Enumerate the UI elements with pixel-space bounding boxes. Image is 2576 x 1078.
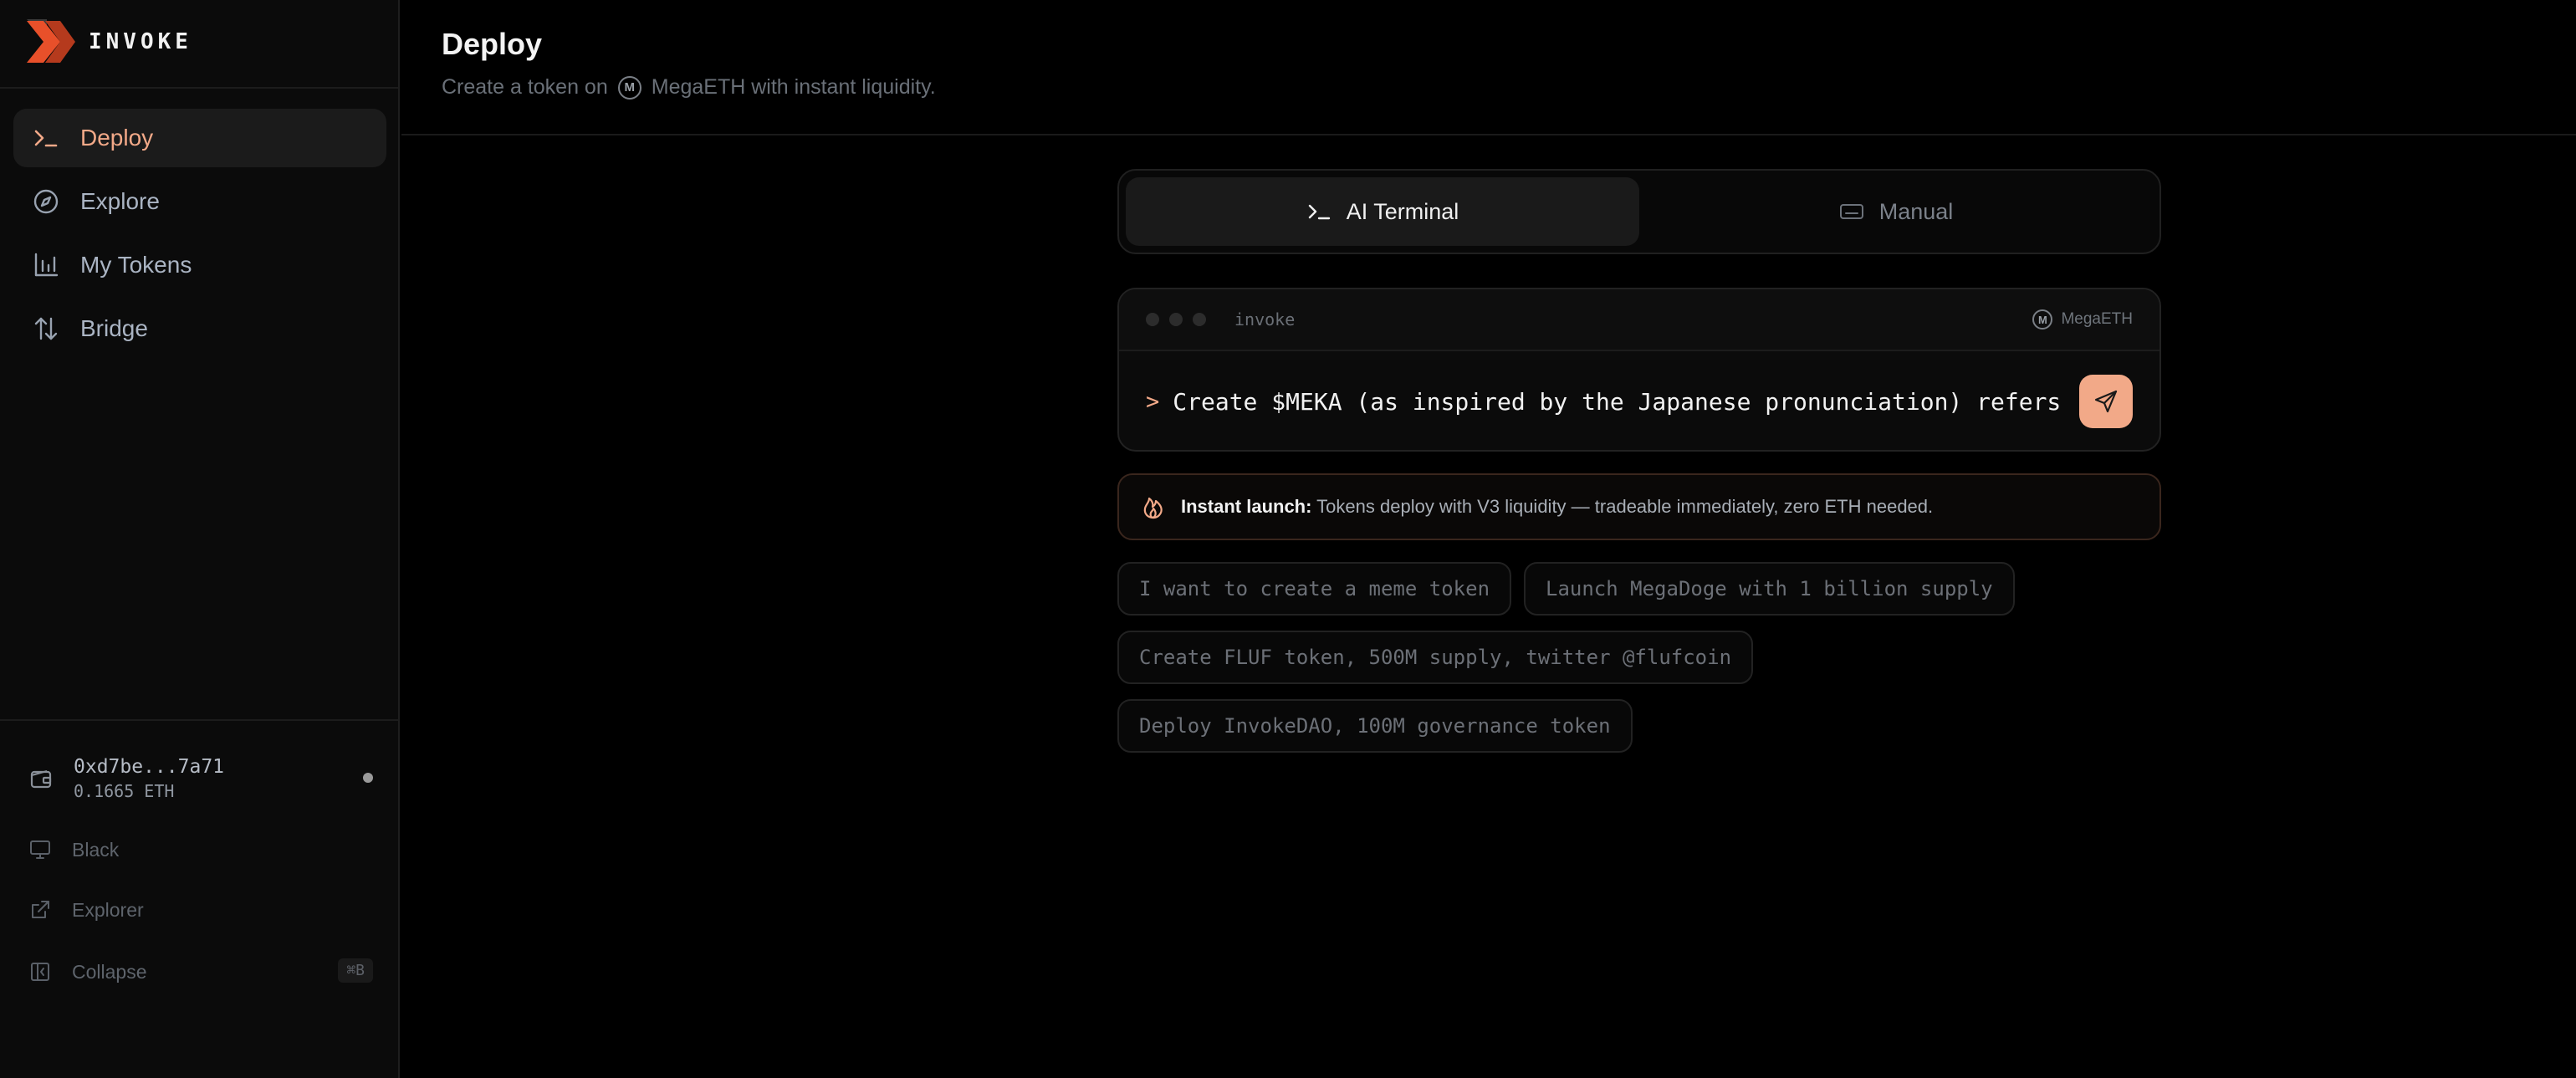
send-button[interactable] (2079, 375, 2133, 428)
terminal-network-label: MegaETH (2061, 310, 2133, 328)
arrows-up-down-icon (34, 317, 58, 340)
sidebar-nav: Deploy Explore My Tokens Bridge (13, 109, 386, 363)
suggestion-chip[interactable]: Launch MegaDoge with 1 billion supply (1524, 562, 2015, 616)
sidebar-item-deploy[interactable]: Deploy (13, 109, 386, 167)
sidebar-item-my-tokens[interactable]: My Tokens (13, 236, 386, 294)
window-dot (1146, 313, 1159, 326)
theme-toggle[interactable]: Black (28, 831, 373, 868)
bar-chart-icon (34, 253, 59, 277)
sidebar-divider (0, 719, 398, 721)
compass-icon (33, 189, 59, 214)
sidebar-item-bridge[interactable]: Bridge (13, 299, 386, 358)
banner-text: Tokens deploy with V3 liquidity — tradea… (1316, 496, 1934, 517)
megaeth-coin-icon: M (617, 75, 641, 100)
suggestion-chip[interactable]: Deploy InvokeDAO, 100M governance token (1117, 699, 1633, 753)
sidebar-item-label: Deploy (80, 125, 154, 151)
terminal-input[interactable] (1173, 387, 2066, 416)
sidebar-item-label: My Tokens (80, 252, 192, 278)
sidebar-item-label: Bridge (80, 315, 148, 341)
collapse-label: Collapse (72, 960, 147, 983)
suggestion-chip[interactable]: I want to create a meme token (1117, 562, 1512, 616)
terminal-body: > (1119, 351, 2159, 450)
terminal-icon (34, 130, 58, 147)
explorer-link[interactable]: Explorer (28, 892, 373, 928)
sidebar-item-explore[interactable]: Explore (13, 172, 386, 231)
explorer-label: Explorer (72, 898, 144, 921)
terminal-titlebar: invoke M MegaETH (1119, 289, 2159, 351)
wallet-icon (30, 769, 52, 789)
keyboard-icon (1839, 204, 1863, 219)
collapse-button[interactable]: Collapse ⌘B (28, 953, 373, 990)
page-subtitle: Create a token on M MegaETH with instant… (442, 75, 936, 100)
send-icon (2094, 390, 2118, 413)
ai-terminal: invoke M MegaETH > (1117, 288, 2161, 452)
wallet-address: 0xd7be...7a71 (74, 756, 225, 778)
external-link-icon (32, 901, 49, 918)
wallet-status-dot (363, 773, 373, 783)
window-dot (1169, 313, 1183, 326)
subtitle-text: Create a token on (442, 75, 608, 99)
sidebar-divider (0, 87, 398, 89)
theme-label: Black (72, 838, 120, 861)
brand-name: INVOKE (89, 29, 192, 54)
page-header: Deploy Create a token on M MegaETH with … (401, 0, 2576, 135)
megaeth-coin-icon: M (2032, 309, 2053, 330)
collapse-shortcut: ⌘B (338, 958, 373, 983)
flame-icon (1143, 497, 1163, 519)
wallet-balance: 0.1665 ETH (74, 781, 175, 801)
monitor-icon (30, 840, 50, 859)
tab-manual[interactable]: Manual (1639, 177, 2153, 246)
invoke-logo-icon (27, 19, 75, 63)
sidebar-item-label: Explore (80, 188, 160, 214)
wallet-card[interactable]: 0xd7be...7a71 0.1665 ETH (28, 753, 373, 805)
window-dot (1193, 313, 1206, 326)
terminal-prompt: > (1146, 388, 1160, 415)
brand[interactable]: INVOKE (27, 17, 192, 67)
mode-tabs: AI Terminal Manual (1117, 169, 2161, 254)
page-title: Deploy (442, 27, 543, 61)
tab-label: AI Terminal (1346, 198, 1459, 224)
subtitle-network-text: MegaETH with instant liquidity. (651, 75, 936, 99)
sidebar-collapse-icon (31, 963, 49, 981)
terminal-name: invoke (1234, 309, 1296, 330)
terminal-network: M MegaETH (2032, 309, 2133, 330)
banner-title: Instant launch: (1181, 496, 1312, 517)
tab-ai-terminal[interactable]: AI Terminal (1126, 177, 1639, 246)
instant-launch-banner: Instant launch: Tokens deploy with V3 li… (1117, 473, 2161, 540)
tab-label: Manual (1878, 198, 1954, 224)
sidebar: INVOKE Deploy Explore My Tokens Bridge 0… (0, 0, 400, 1078)
suggestion-chip[interactable]: Create FLUF token, 500M supply, twitter … (1117, 631, 1754, 684)
terminal-icon (1308, 204, 1330, 220)
